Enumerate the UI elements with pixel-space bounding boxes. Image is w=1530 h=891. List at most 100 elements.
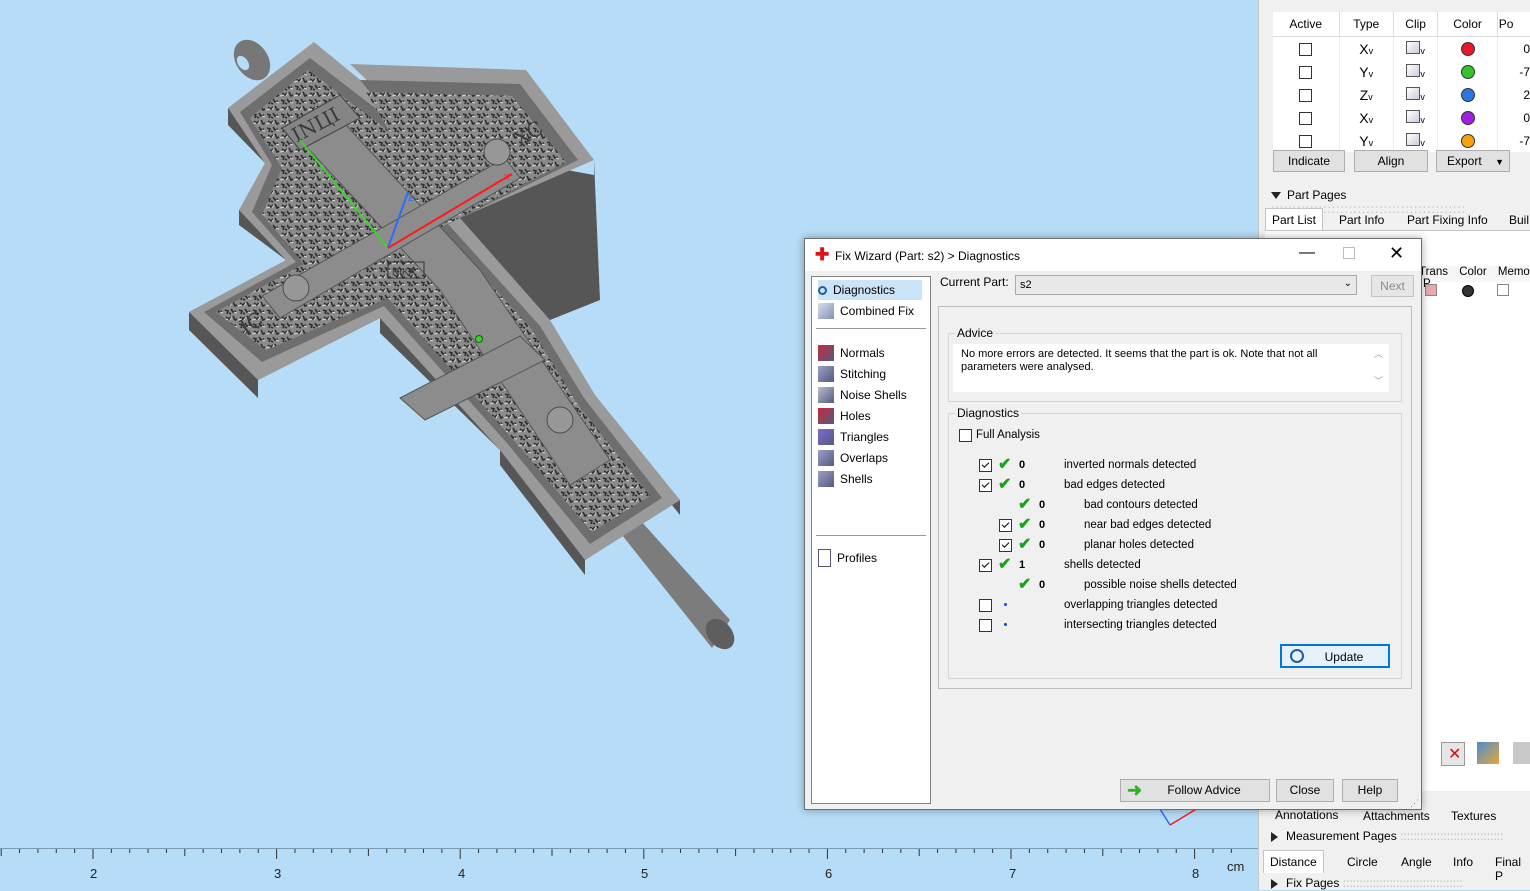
delete-part-icon[interactable]: ✕ — [1441, 742, 1465, 766]
color-parts-icon[interactable] — [1477, 742, 1499, 764]
resize-grip-icon[interactable]: ⋰ — [1410, 798, 1419, 809]
tab-info[interactable]: Info — [1447, 851, 1479, 873]
diagnostic-checkbox[interactable] — [979, 559, 992, 572]
tab-part-list[interactable]: Part List — [1265, 208, 1324, 231]
tab-distance[interactable]: Distance — [1263, 850, 1324, 873]
tab-circle[interactable]: Circle — [1341, 851, 1384, 873]
nail-left — [282, 274, 310, 302]
follow-advice-button[interactable]: ➜ Follow Advice — [1120, 779, 1270, 802]
clip-plane-row[interactable]: Xv v 0 — [1273, 106, 1530, 129]
type-cell[interactable]: Zv — [1339, 83, 1394, 106]
color-cell[interactable] — [1437, 129, 1498, 152]
color-swatch[interactable] — [1460, 87, 1475, 102]
tab-part-fixing-info[interactable]: Part Fixing Info — [1401, 209, 1494, 231]
fix-pages-header[interactable]: Fix Pages ::::::::::::::::::::::::::::::… — [1271, 876, 1463, 890]
color-swatch[interactable] — [1460, 64, 1475, 79]
advice-textbox[interactable]: No more errors are detected. It seems th… — [953, 344, 1389, 392]
close-button[interactable]: Close — [1276, 779, 1334, 802]
clip-cell[interactable]: v — [1393, 106, 1439, 129]
diagnostic-checkbox[interactable] — [979, 619, 992, 632]
clip-plane-row[interactable]: Yv v -7 — [1273, 60, 1530, 83]
clip-cell[interactable]: v — [1393, 129, 1439, 152]
sidebar-item-normals[interactable]: Normals — [818, 343, 885, 363]
divider — [816, 328, 926, 329]
clip-planes-table: Active Type Clip Color Po Xv v 0 Yv v -7 Zv v 2 X… — [1273, 12, 1530, 152]
color-swatch[interactable] — [1460, 110, 1475, 125]
active-checkbox[interactable] — [1299, 42, 1313, 56]
sidebar-item-shells[interactable]: Shells — [818, 469, 873, 489]
next-button[interactable]: Next — [1371, 275, 1414, 297]
pos-cell[interactable]: 0 — [1497, 36, 1530, 60]
color-cell[interactable] — [1437, 60, 1498, 83]
full-analysis-checkbox[interactable]: Full Analysis — [959, 426, 1040, 444]
tab-textures[interactable]: Textures — [1445, 805, 1502, 827]
active-checkbox[interactable] — [1299, 134, 1313, 148]
type-cell[interactable]: Xv — [1339, 106, 1394, 129]
diagnostic-checkbox[interactable] — [999, 519, 1012, 532]
pos-cell[interactable]: -7 — [1497, 60, 1530, 83]
checkbox[interactable] — [959, 428, 972, 442]
ruler-tick-label: 3 — [274, 866, 282, 881]
memo-icon[interactable] — [1497, 284, 1509, 296]
active-cell[interactable] — [1273, 129, 1340, 152]
sidebar-item-noise-shells[interactable]: Noise Shells — [818, 385, 907, 405]
type-cell[interactable]: Yv — [1339, 60, 1394, 83]
sidebar-item-stitching[interactable]: Stitching — [818, 364, 886, 384]
color-swatch[interactable] — [1460, 133, 1475, 148]
pos-cell[interactable]: -7 — [1497, 129, 1530, 152]
active-cell[interactable] — [1273, 83, 1340, 106]
pos-cell[interactable]: 0 — [1497, 106, 1530, 129]
active-cell[interactable] — [1273, 36, 1340, 60]
tab-build[interactable]: Buil — [1503, 209, 1530, 231]
tab-final-position[interactable]: Final P — [1489, 851, 1530, 887]
diagnostic-checkbox[interactable] — [979, 599, 992, 612]
clip-plane-row[interactable]: Xv v 0 — [1273, 36, 1530, 60]
color-cell[interactable] — [1437, 36, 1498, 60]
export-button[interactable]: Export ▼ — [1436, 150, 1510, 172]
clip-plane-row[interactable]: Zv v 2 — [1273, 83, 1530, 106]
clip-cell[interactable]: v — [1393, 36, 1439, 60]
part-color-swatch[interactable] — [1462, 285, 1474, 297]
pos-cell[interactable]: 2 — [1497, 83, 1530, 106]
active-checkbox[interactable] — [1299, 65, 1313, 79]
color-cell[interactable] — [1437, 106, 1498, 129]
active-cell[interactable] — [1273, 106, 1340, 129]
trans-icon[interactable] — [1425, 284, 1437, 296]
more-tools-icon[interactable] — [1513, 742, 1530, 764]
help-button[interactable]: Help — [1342, 779, 1398, 802]
tab-part-info[interactable]: Part Info — [1333, 209, 1390, 231]
clip-cell[interactable]: v — [1393, 60, 1439, 83]
sidebar-item-combined-fix[interactable]: Combined Fix — [818, 301, 914, 321]
sidebar-item-diagnostics[interactable]: Diagnostics — [818, 280, 922, 300]
update-button[interactable]: Update — [1280, 644, 1390, 668]
tab-angle[interactable]: Angle — [1395, 851, 1438, 873]
close-window-button[interactable]: ✕ — [1389, 243, 1404, 264]
maximize-button[interactable] — [1343, 247, 1355, 259]
sidebar-item-profiles[interactable]: Profiles — [818, 548, 877, 568]
indicate-button[interactable]: Indicate — [1273, 150, 1345, 172]
color-swatch[interactable] — [1460, 41, 1475, 56]
active-checkbox[interactable] — [1299, 111, 1313, 125]
type-cell[interactable]: Yv — [1339, 129, 1394, 152]
fix-wizard-dialog[interactable]: ✚ Fix Wizard (Part: s2) > Diagnostics — … — [804, 238, 1422, 810]
diagnostic-label: shells detected — [1064, 559, 1141, 571]
current-part-select[interactable]: s2 ⌄ — [1015, 275, 1357, 295]
clip-plane-row[interactable]: Yv v -7 — [1273, 129, 1530, 152]
sidebar-item-holes[interactable]: Holes — [818, 406, 871, 426]
active-cell[interactable] — [1273, 60, 1340, 83]
sidebar-item-overlaps[interactable]: Overlaps — [818, 448, 888, 468]
scroll-up-icon[interactable]: ︿ — [1374, 347, 1383, 360]
scroll-down-icon[interactable]: ﹀ — [1374, 374, 1383, 387]
clip-cell[interactable]: v — [1393, 83, 1439, 106]
diagnostic-checkbox[interactable] — [979, 459, 992, 472]
diagnostic-checkbox[interactable] — [999, 539, 1012, 552]
color-cell[interactable] — [1437, 83, 1498, 106]
dialog-titlebar[interactable]: ✚ Fix Wizard (Part: s2) > Diagnostics — … — [805, 239, 1421, 271]
align-button[interactable]: Align — [1354, 150, 1428, 172]
diagnostic-checkbox[interactable] — [979, 479, 992, 492]
sidebar-item-triangles[interactable]: Triangles — [818, 427, 889, 447]
measurement-pages-header[interactable]: Measurement Pages ::::::::::::::::::::::… — [1271, 829, 1503, 843]
minimize-button[interactable]: — — [1299, 244, 1315, 262]
type-cell[interactable]: Xv — [1339, 36, 1394, 60]
active-checkbox[interactable] — [1299, 88, 1313, 102]
